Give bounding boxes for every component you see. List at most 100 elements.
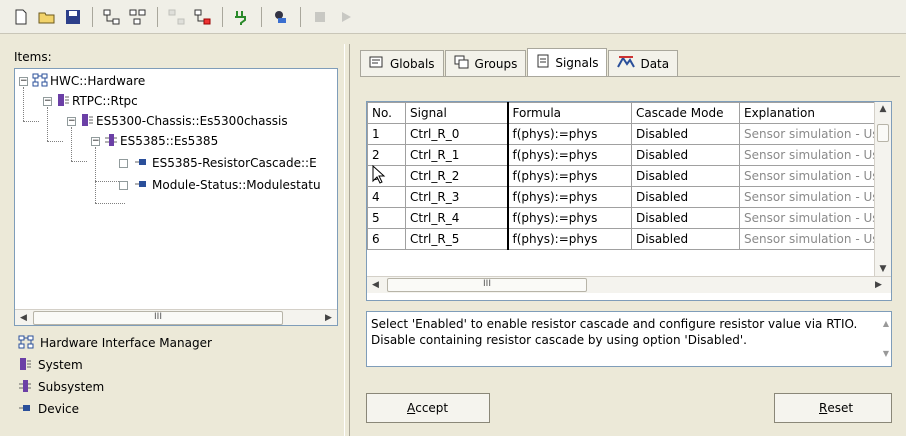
tab-globals[interactable]: Globals [360,50,444,76]
tree-node-resistor-cascade[interactable]: ES5385-ResistorCascade::E [119,153,317,173]
legend-item: System [18,354,212,376]
cell-no[interactable]: 4 [367,186,406,208]
run-icon[interactable] [270,6,292,28]
details-pane: Globals Groups Signals Data No. Signal F… [352,44,906,436]
cell-explanation[interactable]: Sensor simulation - Us [739,144,884,166]
scroll-down-icon[interactable]: ▼ [875,264,891,274]
legend-label: Subsystem [38,380,105,394]
scroll-left-icon[interactable]: ◀ [15,310,32,325]
connect-icon[interactable] [231,6,253,28]
tree-disabled-icon[interactable] [166,6,188,28]
scroll-thumb[interactable] [877,124,889,142]
cell-signal[interactable]: Ctrl_R_5 [405,228,508,250]
scroll-left-icon[interactable]: ◀ [367,277,384,293]
node-checkbox[interactable] [119,158,128,168]
column-header-cascade-mode[interactable]: Cascade Mode [631,102,740,124]
cell-no[interactable]: 6 [367,228,406,250]
system-icon [18,357,32,374]
grid-horizontal-scrollbar[interactable]: ◀ III ▶ [367,276,891,293]
cell-signal[interactable]: Ctrl_R_2 [405,165,508,187]
tree-node-rtpc[interactable]: − RTPC::Rtpc [43,91,138,111]
collapse-icon[interactable]: − [91,136,100,146]
signals-grid[interactable]: No. Signal Formula Cascade Mode Explanat… [366,101,892,301]
cell-explanation[interactable]: Sensor simulation - Us [739,165,884,187]
table-row[interactable]: 5 Ctrl_R_4 f(phys):=phys Disabled Sensor… [367,207,884,229]
cell-signal[interactable]: Ctrl_R_3 [405,186,508,208]
tab-groups[interactable]: Groups [444,50,527,76]
table-row[interactable]: 1 Ctrl_R_0 f(phys):=phys Disabled Sensor… [367,123,884,145]
tree-red-icon[interactable] [192,6,214,28]
table-row[interactable]: 6 Ctrl_R_5 f(phys):=phys Disabled Sensor… [367,228,884,250]
column-header-no[interactable]: No. [367,102,406,124]
cell-formula[interactable]: f(phys):=phys [506,123,632,145]
hardware-interface-manager-icon [18,335,34,352]
cell-cascade-mode[interactable]: Disabled [631,144,740,166]
cell-formula[interactable]: f(phys):=phys [506,228,632,250]
accept-button[interactable]: Accept [366,393,490,423]
tree-horizontal-scrollbar[interactable]: ◀ III ▶ [15,309,337,325]
legend-label: Device [38,402,80,416]
hierarchy-alt-icon[interactable] [127,6,149,28]
open-folder-icon[interactable] [36,6,58,28]
tree-node-hardware[interactable]: − HWC::Hardware [19,71,145,91]
table-header-row: No. Signal Formula Cascade Mode Explanat… [367,102,884,124]
collapse-icon[interactable]: − [67,116,76,126]
cell-signal[interactable]: Ctrl_R_0 [405,123,508,145]
cell-formula[interactable]: f(phys):=phys [506,144,632,166]
cell-explanation[interactable]: Sensor simulation - Us [739,207,884,229]
tab-signals[interactable]: Signals [527,48,608,76]
tab-data[interactable]: Data [608,50,679,76]
tree-node-module-status[interactable]: Module-Status::Modulestatu [119,175,321,195]
scroll-right-icon[interactable]: ▶ [870,277,887,293]
cell-formula[interactable]: f(phys):=phys [506,207,632,229]
globals-icon [369,55,385,72]
device-icon [134,155,148,172]
cell-explanation[interactable]: Sensor simulation - Us [739,186,884,208]
scroll-up-icon[interactable]: ▲ [875,104,891,114]
tree-node-es5385[interactable]: − ES5385::Es5385 [91,131,218,151]
table-row[interactable]: 4 Ctrl_R_3 f(phys):=phys Disabled Sensor… [367,186,884,208]
scroll-right-icon[interactable]: ▶ [320,310,337,325]
tree-node-label: ES5300-Chassis::Es5300chassis [96,114,288,128]
new-file-icon[interactable] [10,6,32,28]
table-row[interactable]: 2 Ctrl_R_1 f(phys):=phys Disabled Sensor… [367,144,884,166]
column-header-formula[interactable]: Formula [506,102,632,124]
table-row[interactable]: 3 Ctrl_R_2 f(phys):=phys Disabled Sensor… [367,165,884,187]
cell-explanation[interactable]: Sensor simulation - Us [739,228,884,250]
cell-formula[interactable]: f(phys):=phys [506,186,632,208]
play-icon[interactable] [335,6,357,28]
cell-cascade-mode[interactable]: Disabled [631,186,740,208]
cell-signal[interactable]: Ctrl_R_4 [405,207,508,229]
save-icon[interactable] [62,6,84,28]
column-header-explanation[interactable]: Explanation [739,102,884,124]
cell-explanation[interactable]: Sensor simulation - Us [739,123,884,145]
system-icon [56,93,70,110]
cell-no[interactable]: 2 [367,144,406,166]
stop-icon[interactable] [309,6,331,28]
cell-cascade-mode[interactable]: Disabled [631,123,740,145]
node-checkbox[interactable] [119,180,128,190]
cell-formula[interactable]: f(phys):=phys [506,165,632,187]
scroll-down-icon[interactable]: ▼ [883,346,889,362]
scroll-thumb[interactable]: III [33,311,283,325]
pane-splitter[interactable] [344,44,350,436]
signals-panel: No. Signal Formula Cascade Mode Explanat… [360,76,900,436]
groups-icon [454,55,470,72]
grid-vertical-scrollbar[interactable]: ▲ ▼ [874,102,891,276]
tree-node-es5300[interactable]: − ES5300-Chassis::Es5300chassis [67,111,288,131]
cell-cascade-mode[interactable]: Disabled [631,228,740,250]
reset-button[interactable]: Reset [774,393,892,423]
collapse-icon[interactable]: − [43,96,52,106]
cell-no[interactable]: 1 [367,123,406,145]
scroll-up-icon[interactable]: ▲ [883,316,889,332]
scroll-thumb[interactable]: III [387,278,587,292]
column-header-signal[interactable]: Signal [405,102,508,124]
hierarchy-icon[interactable] [101,6,123,28]
cell-no[interactable]: 5 [367,207,406,229]
device-icon [134,177,148,194]
collapse-icon[interactable]: − [19,76,28,86]
cell-signal[interactable]: Ctrl_R_1 [405,144,508,166]
cell-cascade-mode[interactable]: Disabled [631,165,740,187]
hardware-tree[interactable]: − HWC::Hardware − RTPC::Rtpc − ES5300-Ch… [14,68,338,326]
cell-cascade-mode[interactable]: Disabled [631,207,740,229]
